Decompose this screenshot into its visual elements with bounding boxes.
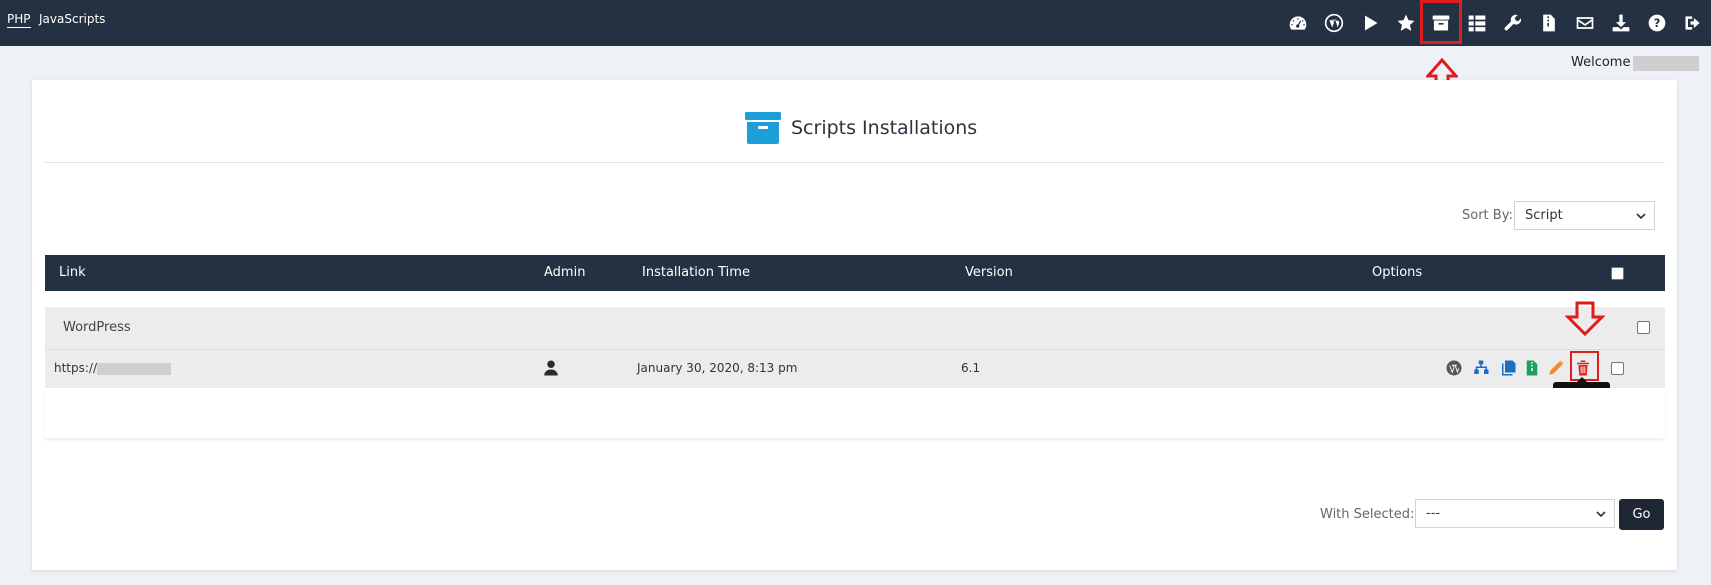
- wordpress-icon[interactable]: [1321, 10, 1347, 36]
- page-header: Scripts Installations: [745, 112, 977, 144]
- play-icon[interactable]: [1357, 10, 1383, 36]
- chevron-down-icon: [1636, 212, 1646, 219]
- tab-javascripts[interactable]: JavaScripts: [39, 12, 105, 26]
- help-icon[interactable]: ?: [1644, 10, 1670, 36]
- archive-icon: [745, 112, 781, 144]
- title-divider: [45, 162, 1665, 163]
- svg-text:?: ?: [1654, 16, 1661, 30]
- column-header-installation-time: Installation Time: [642, 265, 750, 280]
- group-checkbox[interactable]: [1637, 321, 1650, 334]
- dashboard-icon[interactable]: [1285, 10, 1311, 36]
- version-value: 6.1: [961, 361, 981, 375]
- table-group-row: WordPress: [45, 307, 1665, 350]
- wrench-icon[interactable]: [1500, 10, 1526, 36]
- table-row: https:// January 30, 2020, 8:13 pm 6.1: [45, 350, 1665, 388]
- go-button[interactable]: Go: [1619, 499, 1664, 530]
- tab-php[interactable]: PHP: [7, 12, 31, 28]
- download-icon[interactable]: [1608, 10, 1634, 36]
- copy-icon[interactable]: [1499, 359, 1519, 379]
- page-title: Scripts Installations: [791, 117, 978, 139]
- sort-by-label: Sort By:: [1462, 208, 1513, 223]
- with-selected-label: With Selected:: [1320, 507, 1415, 522]
- arrow-down-icon: [1565, 301, 1605, 337]
- list-icon[interactable]: [1464, 10, 1490, 36]
- star-icon[interactable]: [1393, 10, 1419, 36]
- file-zip-icon[interactable]: [1523, 359, 1543, 379]
- envelope-icon[interactable]: [1572, 10, 1598, 36]
- table-footer-space: [45, 388, 1665, 438]
- username-redacted: [1633, 56, 1699, 71]
- row-checkbox[interactable]: [1611, 362, 1624, 375]
- sort-by-select[interactable]: Script: [1514, 201, 1655, 230]
- installation-time: January 30, 2020, 8:13 pm: [637, 361, 798, 375]
- column-header-admin: Admin: [544, 265, 586, 280]
- column-header-options: Options: [1372, 265, 1423, 280]
- welcome-text: Welcome: [1571, 55, 1631, 70]
- table-header: Link Admin Installation Time Version Opt…: [45, 255, 1665, 291]
- group-name: WordPress: [63, 320, 131, 335]
- wordpress-icon[interactable]: [1445, 359, 1465, 379]
- installation-link[interactable]: https://: [54, 361, 97, 375]
- admin-user-icon[interactable]: [542, 359, 562, 379]
- column-header-version: Version: [965, 265, 1013, 280]
- file-zip-icon[interactable]: [1536, 10, 1562, 36]
- sort-by-value: Script: [1525, 208, 1563, 223]
- with-selected-select[interactable]: ---: [1415, 499, 1615, 528]
- with-selected-value: ---: [1426, 506, 1441, 521]
- url-redacted: [97, 363, 171, 375]
- sitemap-icon[interactable]: [1472, 359, 1492, 379]
- active-icon-highlight: [1420, 0, 1462, 44]
- logout-icon[interactable]: [1680, 10, 1706, 36]
- chevron-down-icon: [1596, 510, 1606, 517]
- edit-icon[interactable]: [1547, 359, 1567, 379]
- column-header-link: Link: [59, 265, 86, 280]
- select-all-checkbox[interactable]: [1611, 267, 1624, 280]
